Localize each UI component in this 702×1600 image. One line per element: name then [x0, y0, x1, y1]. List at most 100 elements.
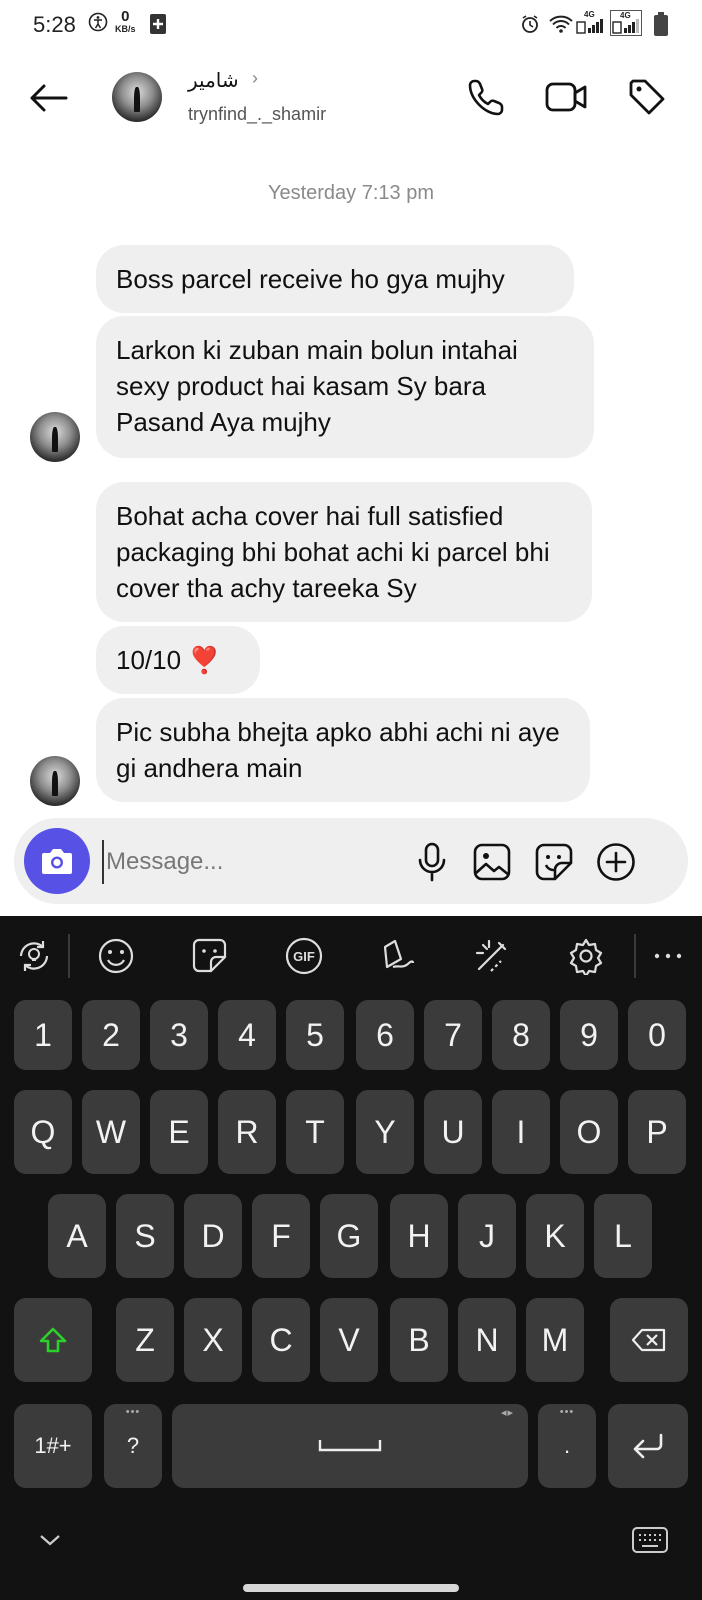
svg-text:4G: 4G: [584, 10, 595, 19]
back-button[interactable]: [24, 74, 72, 122]
shift-key[interactable]: [14, 1298, 92, 1382]
key-d[interactable]: D: [184, 1194, 242, 1278]
message-timestamp: Yesterday 7:13 pm: [267, 182, 435, 204]
more-options-button[interactable]: [594, 840, 638, 884]
key-r[interactable]: R: [218, 1090, 276, 1174]
sticker-icon[interactable]: [186, 932, 234, 980]
key-i[interactable]: I: [492, 1090, 550, 1174]
key-8[interactable]: 8: [492, 1000, 550, 1070]
key-s[interactable]: S: [116, 1194, 174, 1278]
emoji-icon[interactable]: [92, 932, 140, 980]
key-6[interactable]: 6: [356, 1000, 414, 1070]
key-c[interactable]: C: [252, 1298, 310, 1382]
message-bubble[interactable]: Boss parcel receive ho gya mujhy: [96, 245, 574, 313]
key-e[interactable]: E: [150, 1090, 208, 1174]
key-p[interactable]: P: [628, 1090, 686, 1174]
video-call-button[interactable]: [542, 72, 592, 122]
heart-emoji: ❣️: [188, 645, 221, 675]
key-y[interactable]: Y: [356, 1090, 414, 1174]
key-x[interactable]: X: [184, 1298, 242, 1382]
contact-username[interactable]: trynfind_._shamir: [188, 104, 326, 125]
key-k[interactable]: K: [526, 1194, 584, 1278]
key-q[interactable]: Q: [14, 1090, 72, 1174]
key-g[interactable]: G: [320, 1194, 378, 1278]
sticker-button[interactable]: [532, 840, 576, 884]
backspace-key[interactable]: [610, 1298, 688, 1382]
key-3[interactable]: 3: [150, 1000, 208, 1070]
gallery-button[interactable]: [470, 840, 514, 884]
message-input[interactable]: [102, 840, 402, 884]
settings-icon[interactable]: [562, 932, 610, 980]
key-o[interactable]: O: [560, 1090, 618, 1174]
chevron-down-icon: [40, 1535, 60, 1546]
key-t[interactable]: T: [286, 1090, 344, 1174]
phone-icon: [468, 79, 504, 116]
key-dots: •••: [559, 1406, 575, 1418]
camera-icon: [42, 849, 72, 874]
message-bubble[interactable]: Pic subha bhejta apko abhi achi ni aye g…: [96, 698, 590, 802]
arrow-left-icon: [30, 84, 68, 112]
key-1[interactable]: 1: [14, 1000, 72, 1070]
label-button[interactable]: [622, 72, 672, 122]
key-5[interactable]: 5: [286, 1000, 344, 1070]
key-w[interactable]: W: [82, 1090, 140, 1174]
keyboard-toolbar: GIF: [0, 916, 702, 996]
contact-avatar[interactable]: [112, 72, 162, 122]
voice-call-button[interactable]: [462, 72, 512, 122]
key-9[interactable]: 9: [560, 1000, 618, 1070]
keyboard-switch-button[interactable]: [630, 1522, 670, 1558]
contact-name[interactable]: شامیر: [188, 68, 239, 93]
key-h[interactable]: H: [390, 1194, 448, 1278]
key-v[interactable]: V: [320, 1298, 378, 1382]
translate-icon[interactable]: [10, 932, 58, 980]
gif-icon[interactable]: GIF: [280, 932, 328, 980]
toolbar-divider: [68, 934, 70, 978]
camera-button[interactable]: [24, 828, 90, 894]
keyboard: GIF 1 2 3 4 5 6 7 8 9 0 Q W E R T Y U I …: [0, 916, 702, 1600]
more-icon[interactable]: [644, 932, 692, 980]
network-speed: 0 KB/s: [115, 8, 136, 34]
handwriting-icon[interactable]: [374, 932, 422, 980]
key-7[interactable]: 7: [424, 1000, 482, 1070]
symbols-key[interactable]: 1#+: [14, 1404, 92, 1488]
wifi-icon: [548, 14, 574, 39]
key-a[interactable]: A: [48, 1194, 106, 1278]
key-z[interactable]: Z: [116, 1298, 174, 1382]
key-n[interactable]: N: [458, 1298, 516, 1382]
key-2[interactable]: 2: [82, 1000, 140, 1070]
plus-circle-icon: [597, 843, 635, 881]
backspace-icon: [631, 1328, 666, 1352]
microphone-icon: [418, 842, 446, 882]
key-f[interactable]: F: [252, 1194, 310, 1278]
sender-avatar: [30, 412, 80, 462]
message-bubble[interactable]: Bohat acha cover hai full satisfied pack…: [96, 482, 592, 622]
enter-arrow-icon: [633, 1433, 663, 1459]
text-edit-icon[interactable]: [468, 932, 516, 980]
accessibility-icon: [88, 12, 108, 37]
battery-icon: [654, 12, 668, 41]
status-bar: 5:28 0 KB/s 4G 4G: [0, 0, 702, 52]
toolbar-divider: [634, 934, 636, 978]
microphone-button[interactable]: [410, 840, 454, 884]
key-4[interactable]: 4: [218, 1000, 276, 1070]
image-icon: [473, 843, 511, 881]
plus-box-icon: [150, 14, 166, 39]
chat-header: شامیر › trynfind_._shamir: [0, 60, 702, 140]
space-key[interactable]: ◂▸: [172, 1404, 528, 1488]
period-key[interactable]: ••• .: [538, 1404, 596, 1488]
message-bubble[interactable]: Larkon ki zuban main bolun intahai sexy …: [96, 316, 594, 458]
enter-key[interactable]: [608, 1404, 688, 1488]
key-j[interactable]: J: [458, 1194, 516, 1278]
key-l[interactable]: L: [594, 1194, 652, 1278]
svg-text:GIF: GIF: [293, 949, 315, 964]
key-b[interactable]: B: [390, 1298, 448, 1382]
alarm-icon: [520, 14, 540, 39]
hide-keyboard-button[interactable]: [32, 1522, 68, 1558]
key-u[interactable]: U: [424, 1090, 482, 1174]
video-camera-icon: [545, 82, 587, 112]
home-indicator[interactable]: [243, 1584, 459, 1592]
message-bubble[interactable]: 10/10 ❣️: [96, 626, 260, 694]
key-m[interactable]: M: [526, 1298, 584, 1382]
question-key[interactable]: ••• ?: [104, 1404, 162, 1488]
key-0[interactable]: 0: [628, 1000, 686, 1070]
